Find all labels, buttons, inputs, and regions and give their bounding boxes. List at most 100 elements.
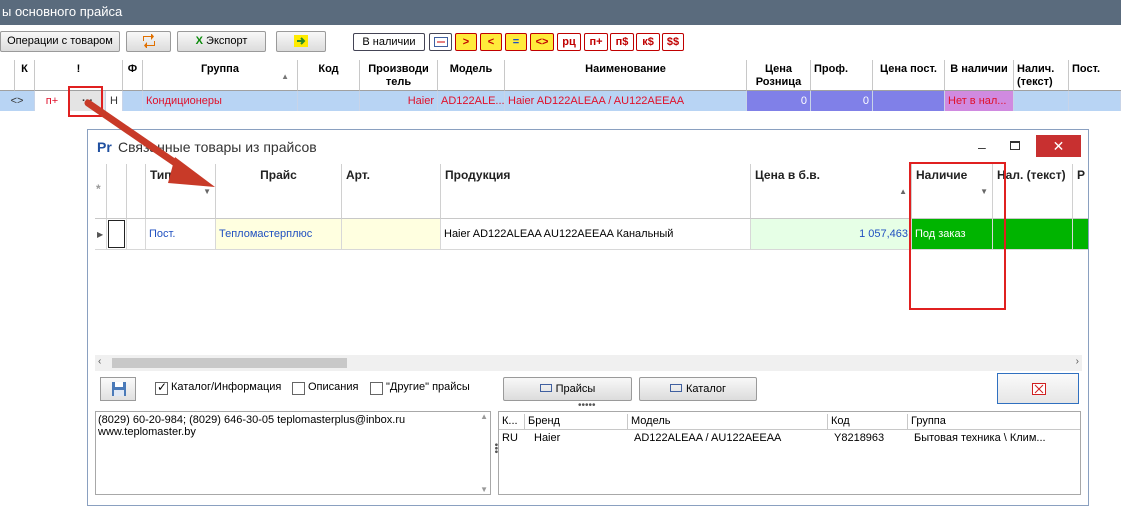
prices-button[interactable]: Прайсы — [503, 377, 632, 401]
window-title: ы основного прайса — [2, 4, 123, 19]
other-prices-checkbox[interactable] — [370, 382, 383, 395]
col-header-k[interactable]: К — [15, 60, 35, 91]
price-list-icon — [539, 384, 552, 392]
col-header-price-post[interactable]: Цена пост. — [873, 60, 945, 91]
in-stock-button[interactable]: В наличии — [353, 33, 425, 51]
export-label: Экспорт — [206, 35, 248, 47]
row-producer[interactable]: Haier — [360, 91, 438, 111]
catalog-col-group[interactable]: Группа — [908, 414, 1080, 430]
row-in-stock-text[interactable] — [1014, 91, 1069, 111]
col-header-price-retail[interactable]: Цена Розница — [747, 60, 811, 91]
filter-lt-button[interactable]: < — [480, 33, 502, 51]
row-prof[interactable]: 0 — [811, 91, 873, 111]
scroll-up-icon[interactable]: ▲ — [480, 412, 488, 421]
horizontal-scrollbar[interactable]: ‹ › — [95, 355, 1082, 371]
scroll-right-icon[interactable]: › — [1076, 356, 1079, 367]
dlg-row-type[interactable]: Пост. — [146, 219, 216, 250]
dlg-col-art[interactable]: Арт. — [342, 164, 441, 219]
col-header-prof[interactable]: Проф. — [811, 60, 873, 91]
dlg-col-product[interactable]: Продукция — [441, 164, 751, 219]
linked-products-dialog: Pr Связанные товары из прайсов – ✕ * Тип… — [87, 129, 1089, 506]
splitter-handle[interactable]: ••••• — [578, 400, 596, 411]
descriptions-checkbox[interactable] — [292, 382, 305, 395]
dlg-row-checkbox[interactable] — [107, 219, 127, 250]
dlg-col-price-bv[interactable]: Цена в б.в. ▲ — [751, 164, 912, 219]
contact-line-2: www.teplomaster.by — [98, 426, 196, 438]
filter-pplus-button[interactable]: п+ — [584, 33, 608, 51]
product-operations-button[interactable]: Операции с товаром — [0, 31, 120, 52]
catalog-cell-brand[interactable]: Haier — [531, 430, 628, 446]
filter-rc-button[interactable]: рц — [557, 33, 581, 51]
close-button[interactable]: ✕ — [1036, 135, 1081, 157]
col-header-group[interactable]: Группа ▲ — [143, 60, 298, 91]
dlg-row-price[interactable]: Тепломастерплюс — [216, 219, 342, 250]
catalog-cell-model[interactable]: AD122ALEAA / AU122AEEAA — [631, 430, 828, 446]
catalog-button[interactable]: Каталог — [639, 377, 757, 401]
compare-icon[interactable] — [429, 33, 452, 51]
filter-eq-button[interactable]: = — [505, 33, 527, 51]
catalog-col-k[interactable]: К... — [499, 414, 525, 430]
col-header-name[interactable]: Наименование — [505, 60, 747, 91]
catalog-cell-code[interactable]: Y8218963 — [831, 430, 908, 446]
col-header-post[interactable]: Пост. — [1069, 60, 1121, 91]
catalog-button-label: Каталог — [686, 383, 726, 395]
other-prices-label: "Другие" прайсы — [386, 381, 470, 393]
catalog-cell-group[interactable]: Бытовая техника \ Клим... — [911, 430, 1079, 446]
contact-info-textarea[interactable]: (8029) 60-20-984; (8029) 646-30-05 teplo… — [95, 411, 491, 495]
maximize-icon[interactable] — [1010, 141, 1020, 150]
dlg-row-price-bv[interactable]: 1 057,463 — [751, 219, 912, 250]
filter-ne-button[interactable]: <> — [530, 33, 554, 51]
refresh-icon[interactable] — [126, 31, 171, 52]
close-icon: ✕ — [1052, 138, 1065, 154]
row-in-stock[interactable]: Нет в нал... — [945, 91, 1014, 111]
row-symbol[interactable]: <> — [0, 91, 35, 111]
col-header-producer[interactable]: Производи тель — [360, 60, 438, 91]
scroll-down-icon[interactable]: ▼ — [480, 485, 488, 494]
col-header-code[interactable]: Код — [298, 60, 360, 91]
dlg-row-more[interactable] — [1073, 219, 1088, 250]
filter-pdollar-button[interactable]: п$ — [610, 33, 634, 51]
dlg-row-blank — [127, 219, 146, 250]
dlg-row-product[interactable]: Haier AD122ALEAA AU122AEEAA Канальный — [441, 219, 751, 250]
dlg-col-price[interactable]: Прайс — [216, 164, 342, 219]
dialog-title-bar: Pr Связанные товары из прайсов – ✕ — [88, 130, 1088, 164]
row-price-post[interactable] — [873, 91, 945, 111]
col-header-in-stock-text[interactable]: Налич. (текст) — [1014, 60, 1069, 91]
row-post[interactable] — [1069, 91, 1121, 111]
export-button[interactable]: X Экспорт — [177, 31, 266, 52]
filter-kdollar-button[interactable]: к$ — [636, 33, 660, 51]
catalog-col-brand[interactable]: Бренд — [525, 414, 628, 430]
row-flag[interactable]: п+ — [35, 91, 70, 111]
arrow-right-icon[interactable] — [276, 31, 326, 52]
row-price-retail[interactable]: 0 — [747, 91, 811, 111]
scrollbar-thumb[interactable] — [112, 358, 347, 368]
col-header-in-stock[interactable]: В наличии — [945, 60, 1014, 91]
minimize-icon[interactable]: – — [978, 130, 986, 164]
dlg-row-indicator-icon: ▶ — [95, 219, 107, 250]
filter-gt-button[interactable]: > — [455, 33, 477, 51]
row-name[interactable]: Haier AD122ALEAA / AU122AEEAA — [505, 91, 747, 111]
col-header-model[interactable]: Модель — [438, 60, 505, 91]
catalog-cell-k[interactable]: RU — [499, 430, 525, 446]
cancel-button[interactable] — [997, 373, 1079, 404]
catalog-col-model[interactable]: Модель — [628, 414, 828, 430]
dlg-col-more[interactable]: Р — [1073, 164, 1088, 219]
row-code[interactable] — [298, 91, 360, 111]
cancel-icon — [1032, 383, 1046, 395]
catalog-info-label: Каталог/Информация — [171, 381, 282, 393]
col-header-blank — [0, 60, 15, 91]
dlg-col-price-bv-label: Цена в б.в. — [755, 168, 821, 182]
descriptions-label: Описания — [308, 381, 359, 393]
highlight-box-availability — [909, 162, 1006, 310]
col-header-f[interactable]: Ф — [123, 60, 143, 91]
catalog-col-code[interactable]: Код — [828, 414, 908, 430]
save-button[interactable] — [100, 377, 136, 401]
dlg-row-art[interactable] — [342, 219, 441, 250]
scroll-left-icon[interactable]: ‹ — [98, 356, 101, 367]
contact-line-1: (8029) 60-20-984; (8029) 646-30-05 teplo… — [98, 414, 406, 426]
prices-button-label: Прайсы — [555, 383, 596, 395]
catalog-info-checkbox[interactable]: ✓ — [155, 380, 168, 395]
filter-dd-button[interactable]: $$ — [662, 33, 684, 51]
catalog-icon — [670, 384, 682, 392]
row-model[interactable]: AD122ALE... — [438, 91, 505, 111]
